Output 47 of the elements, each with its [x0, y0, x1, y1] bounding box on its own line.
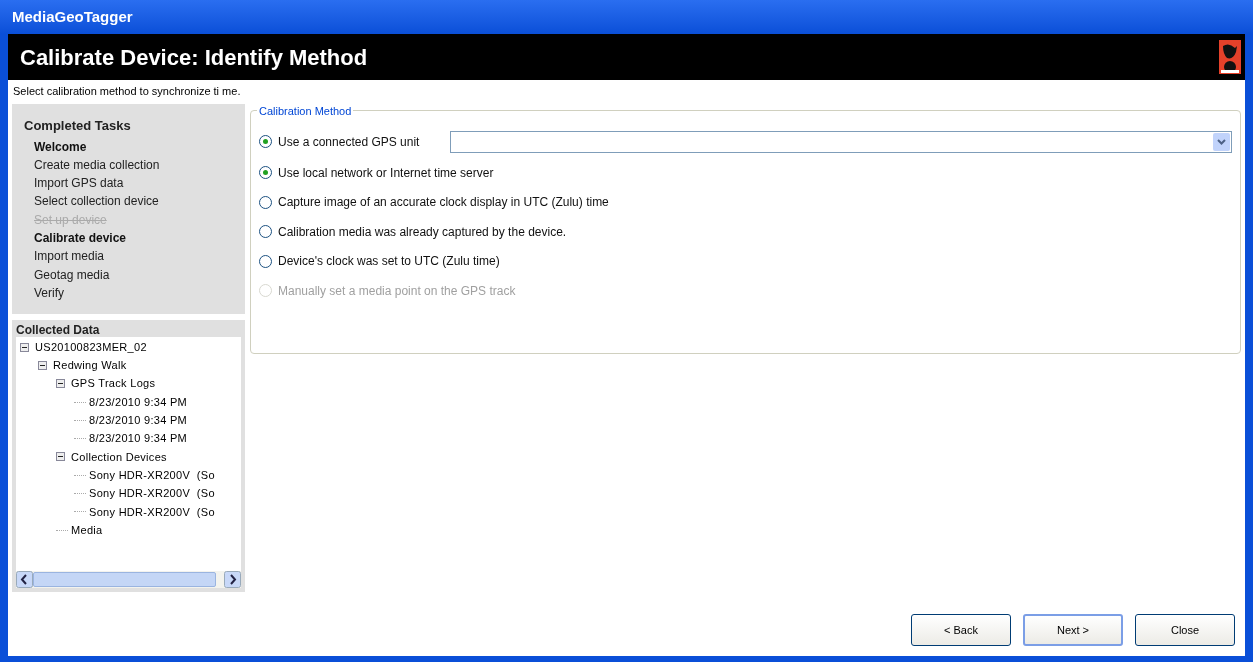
gps-unit-dropdown[interactable]: [450, 130, 1232, 153]
collapse-icon[interactable]: [38, 360, 47, 370]
task-item: Geotag media: [34, 266, 111, 284]
radio-button[interactable]: [259, 135, 272, 148]
panel-heading: Collected Data: [16, 323, 101, 337]
collapse-icon[interactable]: [56, 379, 65, 389]
tree-item[interactable]: Redwing Walk: [53, 357, 127, 374]
task-item: Verify: [34, 284, 65, 302]
task-item: Calibrate device: [34, 230, 128, 247]
option-label: Use local network or Internet time server: [278, 164, 494, 182]
wizard-button[interactable]: Next >: [1023, 614, 1123, 646]
tree-item[interactable]: 8/23/2010 9:34 PM: [89, 430, 188, 447]
tree-item[interactable]: Sony HDR-XR200V (So: [89, 485, 215, 502]
collapse-icon[interactable]: [56, 452, 65, 462]
option-label: Device's clock was set to UTC (Zulu time): [278, 253, 500, 271]
task-item: Import GPS data: [34, 175, 125, 193]
task-item: Select collection device: [34, 193, 160, 211]
page-heading: Calibrate Device: Identify Method: [20, 43, 368, 72]
tree-item[interactable]: 8/23/2010 9:34 PM: [89, 393, 188, 411]
wizard-button[interactable]: Close: [1135, 614, 1235, 646]
scrollbar-thumb[interactable]: [33, 572, 216, 587]
tree-item[interactable]: 8/23/2010 9:34 PM: [89, 412, 188, 429]
option-label: Use a connected GPS unit: [278, 133, 421, 151]
scroll-left-icon[interactable]: [16, 571, 33, 588]
option-label: Calibration media was already captured by the device.: [278, 223, 567, 241]
tree-item[interactable]: US20100823MER_02: [35, 338, 147, 356]
instruction-text: Select calibration method to synchronize ti me.: [13, 83, 241, 99]
radio-button[interactable]: [259, 225, 272, 239]
tree-item[interactable]: Sony HDR-XR200V (So: [89, 503, 215, 521]
horizontal-scrollbar[interactable]: [16, 571, 241, 588]
task-item: Welcome: [34, 138, 88, 156]
tree-item[interactable]: Sony HDR-XR200V (So: [89, 466, 215, 484]
window-title: MediaGeoTagger: [12, 6, 133, 27]
task-item: Import media: [34, 248, 106, 266]
radio-button[interactable]: [259, 254, 272, 268]
radio-button[interactable]: [259, 166, 272, 180]
option-label: Manually set a media point on the GPS track: [278, 282, 516, 300]
wizard-button[interactable]: < Back: [911, 614, 1011, 646]
tree-item[interactable]: Media: [71, 521, 103, 539]
collapse-icon[interactable]: [20, 342, 29, 352]
tree-item[interactable]: Collection Devices: [71, 448, 167, 466]
scroll-right-icon[interactable]: [224, 571, 241, 588]
tree-item[interactable]: GPS Track Logs: [71, 375, 156, 392]
panel-heading: Completed Tasks: [24, 117, 132, 135]
task-item: Create media collection: [34, 156, 161, 174]
option-label: Capture image of an accurate clock display in UTC (Zulu) time: [278, 194, 609, 212]
radio-button[interactable]: [259, 195, 272, 209]
